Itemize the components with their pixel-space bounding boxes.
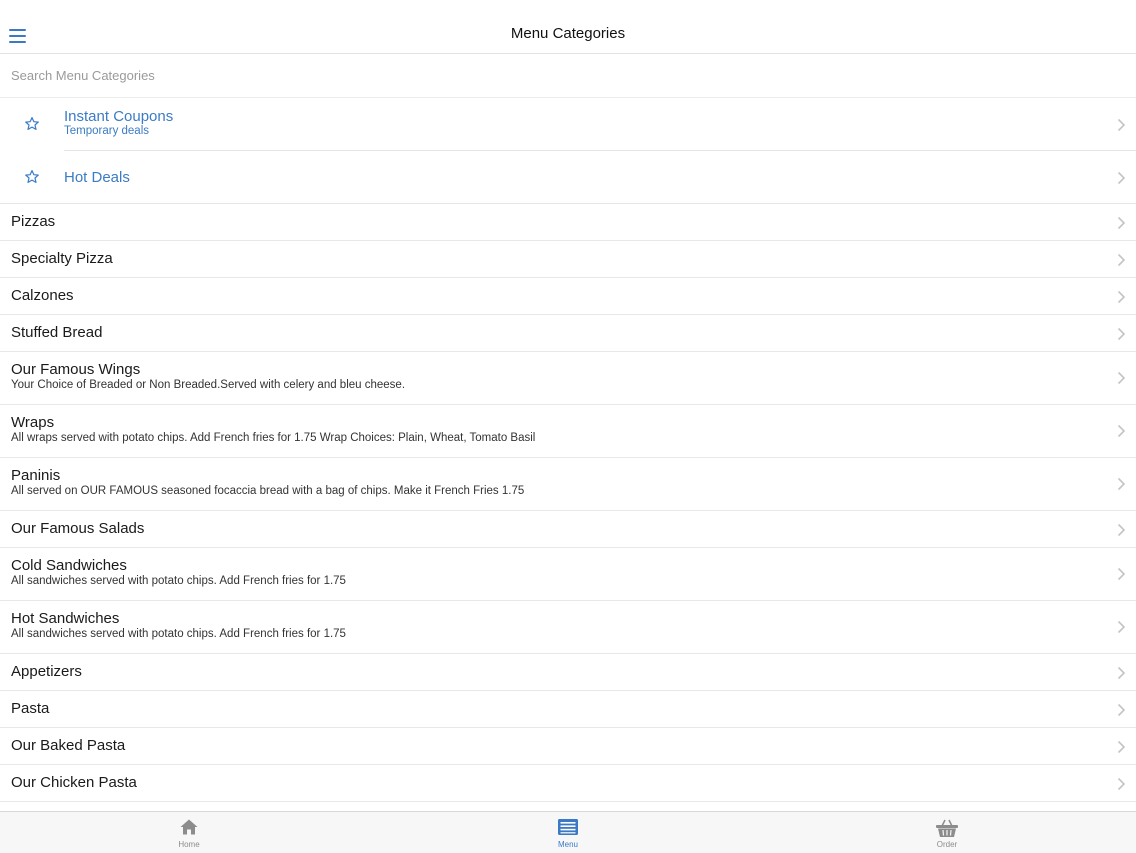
menu-list-icon (558, 819, 578, 835)
basket-icon (936, 819, 958, 837)
list-item-instant-coupons[interactable]: Instant Coupons Temporary deals (0, 98, 1136, 151)
list-item-title: Appetizers (11, 663, 82, 680)
list-item[interactable]: Calzones (0, 278, 1136, 315)
chevron-right-icon (1117, 523, 1126, 537)
chevron-right-icon (1117, 371, 1126, 385)
list-item-description: All wraps served with potato chips. Add … (11, 432, 536, 444)
list-item-title: Calzones (11, 287, 74, 304)
list-item-title: Our Chicken Pasta (11, 774, 137, 791)
list-item-title: Wraps (11, 414, 55, 431)
list-item[interactable]: Paninis All served on OUR FAMOUS seasoned… (0, 458, 1136, 511)
list-item-description: All sandwiches served with potato chips.… (11, 575, 346, 587)
chevron-right-icon (1117, 171, 1126, 185)
tab-label: Order (936, 840, 958, 849)
nav-bar: Menu Categories (0, 0, 1136, 54)
list-item-title: Specialty Pizza (11, 250, 113, 267)
chevron-right-icon (1117, 703, 1126, 717)
tab-bar: Home Menu Order (0, 811, 1136, 853)
tab-menu[interactable]: Menu (528, 812, 608, 853)
list-item[interactable]: Specialty Pizza (0, 241, 1136, 278)
list-item[interactable]: Our Famous Wings Your Choice of Breaded o… (0, 352, 1136, 405)
search-input[interactable] (11, 65, 1111, 85)
list-item-title: Stuffed Bread (11, 324, 103, 341)
list-item-title: Pasta (11, 700, 50, 717)
chevron-right-icon (1117, 740, 1126, 754)
list-item-title: Paninis (11, 467, 61, 484)
list-item[interactable]: Pizzas (0, 204, 1136, 241)
chevron-right-icon (1117, 424, 1126, 438)
list-item-description: All sandwiches served with potato chips.… (11, 628, 346, 640)
list-item-title: Our Famous Salads (11, 520, 145, 537)
page-title: Menu Categories (510, 25, 626, 42)
tab-label: Home (178, 840, 200, 849)
list-item[interactable]: Pasta (0, 691, 1136, 728)
chevron-right-icon (1117, 666, 1126, 680)
list-item[interactable]: Hot Sandwiches All sandwiches served with… (0, 601, 1136, 654)
tab-home[interactable]: Home (149, 812, 229, 853)
list-item-title: Pizzas (11, 213, 56, 230)
chevron-right-icon (1117, 253, 1126, 267)
list-item[interactable]: Our Baked Pasta (0, 728, 1136, 765)
list-item[interactable]: Stuffed Bread (0, 315, 1136, 352)
list-item-description: All served on OUR FAMOUS seasoned focacc… (11, 485, 525, 497)
tab-label: Menu (557, 840, 578, 849)
list-item-subtitle: Temporary deals (64, 125, 150, 137)
list-item-description: Your Choice of Breaded or Non Breaded.Se… (11, 379, 406, 391)
list-item-hot-deals[interactable]: Hot Deals (0, 151, 1136, 204)
list-item-title: Hot Deals (64, 169, 130, 186)
chevron-right-icon (1117, 777, 1126, 791)
list-item[interactable]: Our Famous Salads (0, 511, 1136, 548)
chevron-right-icon (1117, 567, 1126, 581)
chevron-right-icon (1117, 620, 1126, 634)
list-item[interactable]: Wraps All wraps served with potato chips.… (0, 405, 1136, 458)
home-icon (180, 819, 198, 835)
search-bar (0, 54, 1136, 98)
chevron-right-icon (1117, 327, 1126, 341)
list-item-title: Our Baked Pasta (11, 737, 126, 754)
list-item[interactable]: Cold Sandwiches All sandwiches served wit… (0, 548, 1136, 601)
category-list: Instant Coupons Temporary deals Hot Deal… (0, 98, 1136, 802)
chevron-right-icon (1117, 118, 1126, 132)
list-item[interactable]: Appetizers (0, 654, 1136, 691)
list-item-title: Hot Sandwiches (11, 610, 120, 627)
chevron-right-icon (1117, 216, 1126, 230)
chevron-right-icon (1117, 290, 1126, 304)
list-item[interactable]: Our Chicken Pasta (0, 765, 1136, 802)
chevron-right-icon (1117, 477, 1126, 491)
category-rows: Pizzas Specialty Pizza Calzones Stuffed Bre… (0, 204, 1136, 802)
list-item-title: Instant Coupons (64, 108, 174, 125)
list-item-title: Cold Sandwiches (11, 557, 127, 574)
tab-order[interactable]: Order (907, 812, 987, 853)
star-icon (25, 170, 39, 183)
star-icon (25, 117, 39, 130)
list-item-title: Our Famous Wings (11, 361, 141, 378)
